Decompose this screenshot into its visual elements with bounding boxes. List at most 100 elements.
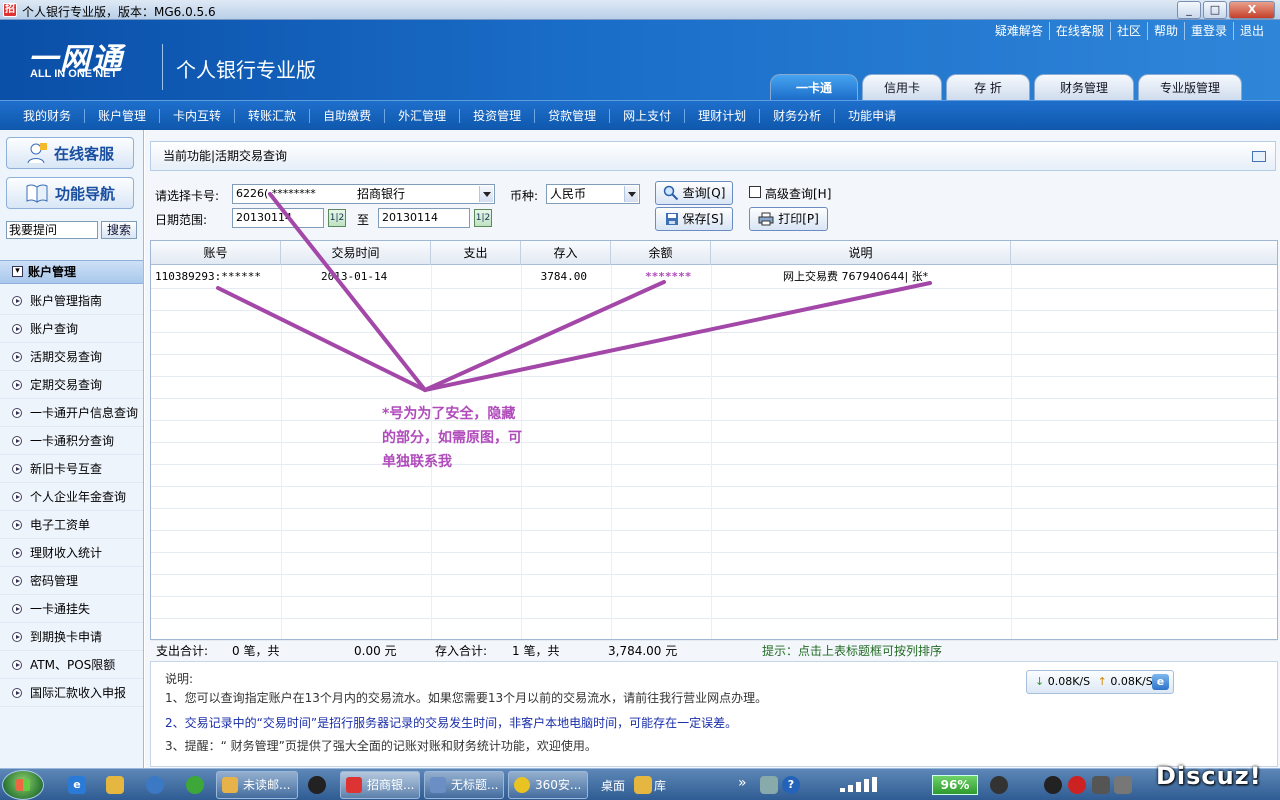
query-button[interactable]: 查询[Q] (655, 181, 733, 205)
sidebar-item[interactable]: 一卡通开户信息查询 (0, 399, 143, 427)
save-button[interactable]: 保存[S] (655, 207, 733, 231)
tab-credit-card[interactable]: 信用卡 (862, 74, 942, 100)
qq-icon[interactable] (308, 776, 326, 794)
ask-input[interactable]: 我要提问 (6, 221, 98, 239)
link-help[interactable]: 帮助 (1148, 22, 1185, 40)
minimize-button[interactable]: _ (1177, 1, 1201, 19)
window-title-bar[interactable]: 招 个人银行专业版，版本：MG6.0.5.6 _ □ X (0, 0, 1280, 20)
power-icon[interactable] (990, 776, 1008, 794)
nav-forex[interactable]: 外汇管理 (385, 108, 461, 123)
ie-icon[interactable]: e (68, 776, 86, 794)
calendar-icon[interactable]: 1|2 (474, 209, 492, 227)
sidebar-item[interactable]: 电子工资单 (0, 511, 143, 539)
nav-my-finance[interactable]: 我的财务 (10, 108, 86, 123)
window-title: 个人银行专业版，版本：MG6.0.5.6 (22, 5, 216, 19)
nav-finance-analysis[interactable]: 财务分析 (760, 108, 836, 123)
browser-360-icon[interactable] (186, 776, 204, 794)
link-logout[interactable]: 退出 (1234, 22, 1270, 40)
task-untitled[interactable]: 无标题... (424, 771, 504, 799)
sidebar-item[interactable]: 账户管理指南 (0, 287, 143, 315)
network-icon[interactable] (1092, 776, 1110, 794)
card-select[interactable]: 6226( ******** 招商银行 (232, 184, 495, 204)
link-community[interactable]: 社区 (1111, 22, 1148, 40)
advanced-query-checkbox[interactable] (749, 186, 761, 198)
battery-indicator[interactable]: 96% (932, 775, 978, 795)
date-to-input[interactable]: 20130114 (378, 208, 470, 228)
sidebar-item-label: 电子工资单 (30, 518, 91, 532)
sidebar-item[interactable]: 到期换卡申请 (0, 623, 143, 651)
sidebar-item-label: 新旧卡号互查 (30, 462, 103, 476)
app-launcher-icon[interactable] (146, 776, 164, 794)
maximize-button[interactable]: □ (1203, 1, 1227, 19)
close-button[interactable]: X (1229, 1, 1275, 19)
volume-icon[interactable] (1114, 776, 1132, 794)
panel-toggle-icon[interactable] (1252, 151, 1266, 162)
desktop-label[interactable]: 桌面 (601, 777, 625, 794)
sidebar-item[interactable]: 一卡通挂失 (0, 595, 143, 623)
note-line: 3、提醒：“ 财务管理”页提供了强大全面的记账对账和财务统计功能，欢迎使用。 (165, 739, 597, 753)
nav-investment[interactable]: 投资管理 (460, 108, 536, 123)
sidebar-item[interactable]: 账户查询 (0, 315, 143, 343)
col-balance[interactable]: 余额 (611, 241, 711, 265)
col-account[interactable]: 账号 (151, 241, 281, 265)
task-360[interactable]: 360安... (508, 771, 588, 799)
sidebar-item[interactable]: 个人企业年金查询 (0, 483, 143, 511)
tab-pro-manage[interactable]: 专业版管理 (1138, 74, 1242, 100)
online-service-button[interactable]: 在线客服 (6, 137, 134, 169)
tab-passbook[interactable]: 存 折 (946, 74, 1030, 100)
breadcrumb: 当前功能|活期交易查询 (150, 141, 1276, 171)
network-meter[interactable]: ↓ 0.08K/S ↑ 0.08K/S e (1026, 670, 1174, 694)
nav-self-pay[interactable]: 自助缴费 (310, 108, 386, 123)
link-online-service[interactable]: 在线客服 (1050, 22, 1111, 40)
task-bank[interactable]: 招商银... (340, 771, 420, 799)
nav-remittance[interactable]: 转账汇款 (235, 108, 311, 123)
nav-finance-plan[interactable]: 理财计划 (685, 108, 761, 123)
upload-speed: 0.08K/S (1110, 675, 1153, 688)
sidebar-item[interactable]: 定期交易查询 (0, 371, 143, 399)
sidebar-item[interactable]: ATM、POS限额 (0, 651, 143, 679)
tab-finance[interactable]: 财务管理 (1034, 74, 1134, 100)
nav-online-pay[interactable]: 网上支付 (610, 108, 686, 123)
date-from-input[interactable]: 20130114 (232, 208, 324, 228)
function-nav-button[interactable]: 功能导航 (6, 177, 134, 209)
nav-function-apply[interactable]: 功能申请 (835, 109, 909, 123)
sidebar-item[interactable]: 密码管理 (0, 567, 143, 595)
currency-select[interactable]: 人民币 (546, 184, 640, 204)
sidebar-section-account[interactable]: ▾ 账户管理 (0, 260, 143, 284)
chevron-down-icon[interactable] (624, 186, 638, 202)
sidebar-item[interactable]: 一卡通积分查询 (0, 427, 143, 455)
qq-tray-icon[interactable] (1044, 776, 1062, 794)
folder-icon[interactable] (106, 776, 124, 794)
col-desc[interactable]: 说明 (711, 241, 1011, 265)
antivirus-icon[interactable] (1068, 776, 1086, 794)
link-faq[interactable]: 疑难解答 (989, 22, 1050, 40)
sidebar-item[interactable]: 理财收入统计 (0, 539, 143, 567)
signal-icon (838, 777, 882, 793)
keyboard-icon[interactable] (760, 776, 778, 794)
nav-account-manage[interactable]: 账户管理 (85, 108, 161, 123)
chevron-double-right-icon[interactable]: » (738, 775, 747, 791)
calendar-icon[interactable]: 1|2 (328, 209, 346, 227)
tab-card[interactable]: 一卡通 (770, 74, 858, 100)
col-time[interactable]: 交易时间 (281, 241, 431, 265)
sidebar-item[interactable]: 活期交易查询 (0, 343, 143, 371)
mail-icon (222, 777, 238, 793)
search-button[interactable]: 搜索 (101, 221, 137, 239)
browser-icon[interactable]: e (1152, 674, 1169, 690)
col-out[interactable]: 支出 (431, 241, 521, 265)
collapse-icon[interactable]: ▾ (12, 266, 23, 277)
print-button[interactable]: 打印[P] (749, 207, 828, 231)
link-relogin[interactable]: 重登录 (1185, 22, 1234, 40)
col-in[interactable]: 存入 (521, 241, 611, 265)
nav-loan[interactable]: 贷款管理 (535, 108, 611, 123)
task-mail[interactable]: 未读邮... (216, 771, 298, 799)
sidebar-item[interactable]: 国际汇款收入申报 (0, 679, 143, 707)
nav-card-transfer[interactable]: 卡内互转 (160, 108, 236, 123)
task-label: 未读邮... (243, 778, 291, 792)
library-icon[interactable] (634, 776, 652, 794)
sidebar-item[interactable]: 新旧卡号互查 (0, 455, 143, 483)
library-label[interactable]: 库 (654, 777, 666, 794)
help-icon[interactable]: ? (782, 776, 800, 794)
start-button[interactable] (2, 770, 44, 800)
chevron-down-icon[interactable] (479, 186, 493, 202)
